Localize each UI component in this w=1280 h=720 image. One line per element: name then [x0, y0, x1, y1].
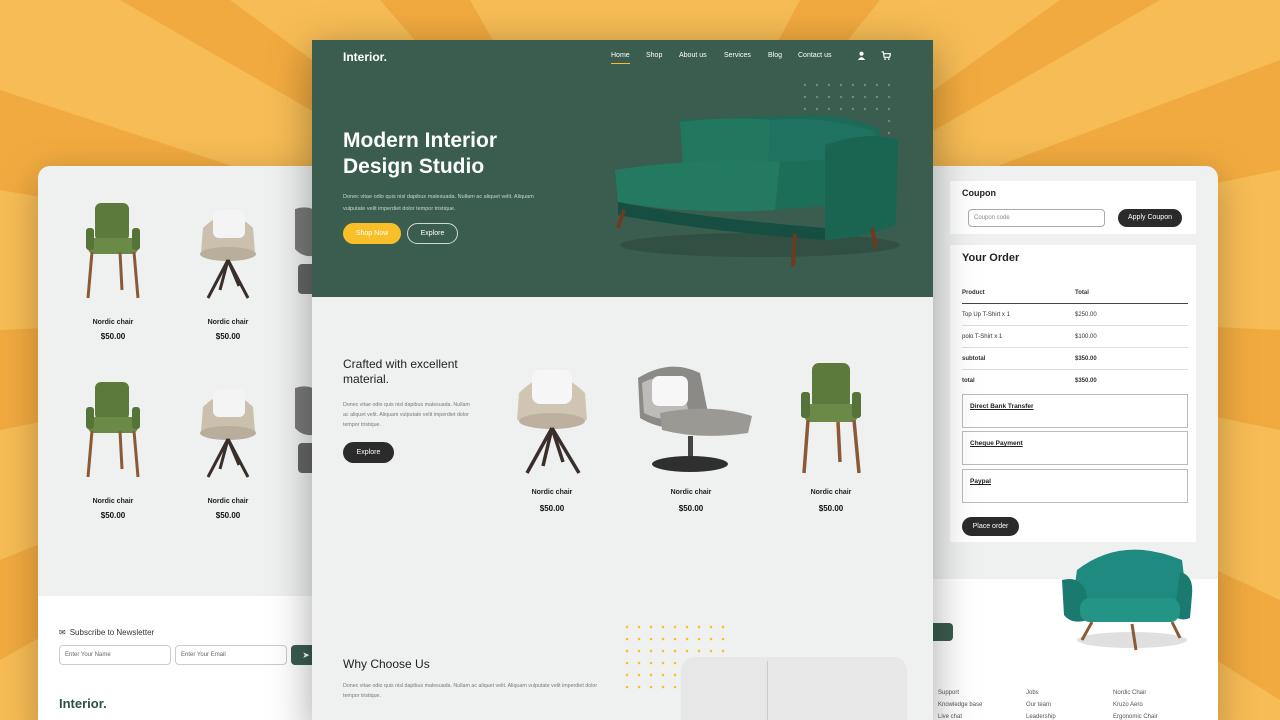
nav-about[interactable]: About us [679, 52, 707, 59]
payment-paypal[interactable]: Paypal [962, 469, 1188, 503]
shop-page-preview: Nordic chair $50.00 Nordic chair $50.00 [38, 166, 338, 720]
crafted-explore-button[interactable]: Explore [343, 442, 394, 463]
why-title: Why Choose Us [343, 657, 430, 671]
green-chair-image [86, 203, 140, 299]
product-card[interactable]: Nordic chair $50.00 [497, 358, 607, 513]
payment-cheque[interactable]: Cheque Payment [962, 431, 1188, 465]
product-name: Nordic chair [207, 498, 249, 505]
payment-bank-transfer[interactable]: Direct Bank Transfer [962, 394, 1188, 428]
coupon-title: Coupon [962, 188, 996, 198]
product-price: $50.00 [215, 332, 241, 341]
site-logo[interactable]: Interior. [343, 50, 387, 64]
hero-title: Modern Interior Design Studio [343, 128, 563, 180]
hero-section: Interior. Home Shop About us Services Bl… [312, 40, 933, 297]
swivel-chair-image [200, 389, 256, 478]
email-input[interactable]: Enter Your Email [175, 645, 287, 665]
nav-contact[interactable]: Contact us [798, 52, 831, 59]
row-product: Top Up T-Shirt x 1 [962, 311, 1010, 318]
table-row: total $350.00 [962, 370, 1188, 392]
why-image [681, 657, 907, 720]
product-name: Nordic chair [92, 498, 134, 505]
row-total: $350.00 [1075, 378, 1097, 384]
footer-link[interactable]: Knowledge base [938, 702, 982, 708]
header-product: Product [962, 289, 985, 296]
divider [767, 661, 768, 720]
nav-blog[interactable]: Blog [768, 52, 782, 59]
hero-description-line1: Donec vitae odio quis nisl dapibus males… [343, 194, 534, 200]
row-total: $350.00 [1075, 355, 1097, 362]
crafted-description: Donec vitae odio quis nisl dapibus males… [343, 402, 470, 428]
why-description: Donec vitae odio quis nisl dapibus males… [343, 683, 598, 699]
product-card[interactable]: Nordic chair $50.00 [58, 377, 168, 520]
product-name: Nordic chair [810, 489, 852, 496]
order-title: Your Order [962, 252, 1020, 264]
header-total: Total [1075, 289, 1089, 296]
product-price: $50.00 [818, 504, 844, 513]
product-price: $50.00 [100, 332, 126, 341]
nav-services[interactable]: Services [724, 52, 751, 59]
product-card[interactable]: Nordic chair $50.00 [173, 377, 283, 520]
product-card[interactable]: Nordic chair $50.00 [630, 358, 752, 513]
product-name: Nordic chair [531, 489, 573, 496]
footer: ✉ Subscribe to Newsletter Enter Your Nam… [38, 596, 338, 720]
product-card[interactable]: Nordic chair $50.00 [173, 198, 283, 341]
product-price: $50.00 [215, 511, 241, 520]
hero-title-line2: Design Studio [343, 155, 485, 178]
hero-description-line2: vulputate velit imperdiet dolor tempor t… [343, 206, 456, 212]
apply-coupon-button[interactable]: Apply Coupon [1118, 209, 1182, 227]
nav-home[interactable]: Home [611, 52, 630, 64]
row-product: total [962, 378, 975, 384]
envelope-icon: ✉ [59, 628, 66, 637]
product-price: $50.00 [100, 511, 126, 520]
teal-armchair-image [1062, 549, 1193, 651]
user-icon[interactable] [857, 51, 866, 62]
footer-link[interactable]: Jobs [1026, 690, 1039, 696]
product-name: Nordic chair [670, 489, 712, 496]
product-price: $50.00 [678, 504, 704, 513]
footer-link[interactable]: Leadership [1026, 714, 1056, 720]
place-order-button[interactable]: Place order [962, 517, 1019, 536]
row-product: subtotal [962, 355, 986, 362]
swivel-chair-image [200, 210, 256, 299]
footer-link[interactable]: Support [938, 690, 959, 696]
cart-icon[interactable] [881, 51, 892, 62]
green-chair-image [86, 382, 140, 478]
sofa-image [615, 114, 900, 267]
table-row: polo T-Shirt x 1 $100.00 [962, 326, 1188, 348]
hero-description: Donec vitae odio quis nisl dapibus males… [343, 191, 568, 215]
footer-brand[interactable]: Interior. [59, 696, 107, 711]
newsletter-heading: ✉ Subscribe to Newsletter [59, 628, 154, 637]
shop-now-button[interactable]: Shop Now [343, 223, 401, 244]
crafted-title: Crafted with excellent material. [343, 357, 458, 386]
table-row: Top Up T-Shirt x 1 $250.00 [962, 304, 1188, 326]
row-total: $250.00 [1075, 311, 1097, 318]
footer-link[interactable]: Ergonomic Chair [1113, 714, 1158, 720]
product-name: Nordic chair [92, 319, 134, 326]
coupon-input[interactable]: Coupon code [968, 209, 1105, 227]
product-card[interactable]: Nordic chair $50.00 [58, 198, 168, 341]
row-total: $100.00 [1075, 333, 1097, 340]
product-name: Nordic chair [207, 319, 249, 326]
table-header: Product Total [962, 282, 1188, 304]
footer-link[interactable]: Kruzo Aero [1113, 702, 1143, 708]
green-chair-image [801, 363, 861, 474]
nav-shop[interactable]: Shop [646, 52, 662, 59]
order-table: Product Total Top Up T-Shirt x 1 $250.00… [962, 282, 1188, 392]
row-product: polo T-Shirt x 1 [962, 333, 1003, 340]
footer-link[interactable]: Our team [1026, 702, 1051, 708]
hero-title-line1: Modern Interior [343, 129, 498, 152]
home-page-preview: Interior. Home Shop About us Services Bl… [312, 40, 933, 720]
explore-button[interactable]: Explore [407, 223, 458, 244]
table-row: subtotal $350.00 [962, 348, 1188, 370]
newsletter-title: Subscribe to Newsletter [69, 628, 155, 637]
swivel-chair-image [517, 370, 587, 474]
lounge-chair-image [638, 366, 752, 472]
send-icon: ➤ [302, 650, 310, 660]
product-card[interactable]: Nordic chair $50.00 [776, 358, 886, 513]
footer-link[interactable]: Nordic Chair [1113, 690, 1146, 696]
footer-link[interactable]: Live chat [938, 714, 962, 720]
product-price: $50.00 [539, 504, 565, 513]
name-input[interactable]: Enter Your Name [59, 645, 171, 665]
